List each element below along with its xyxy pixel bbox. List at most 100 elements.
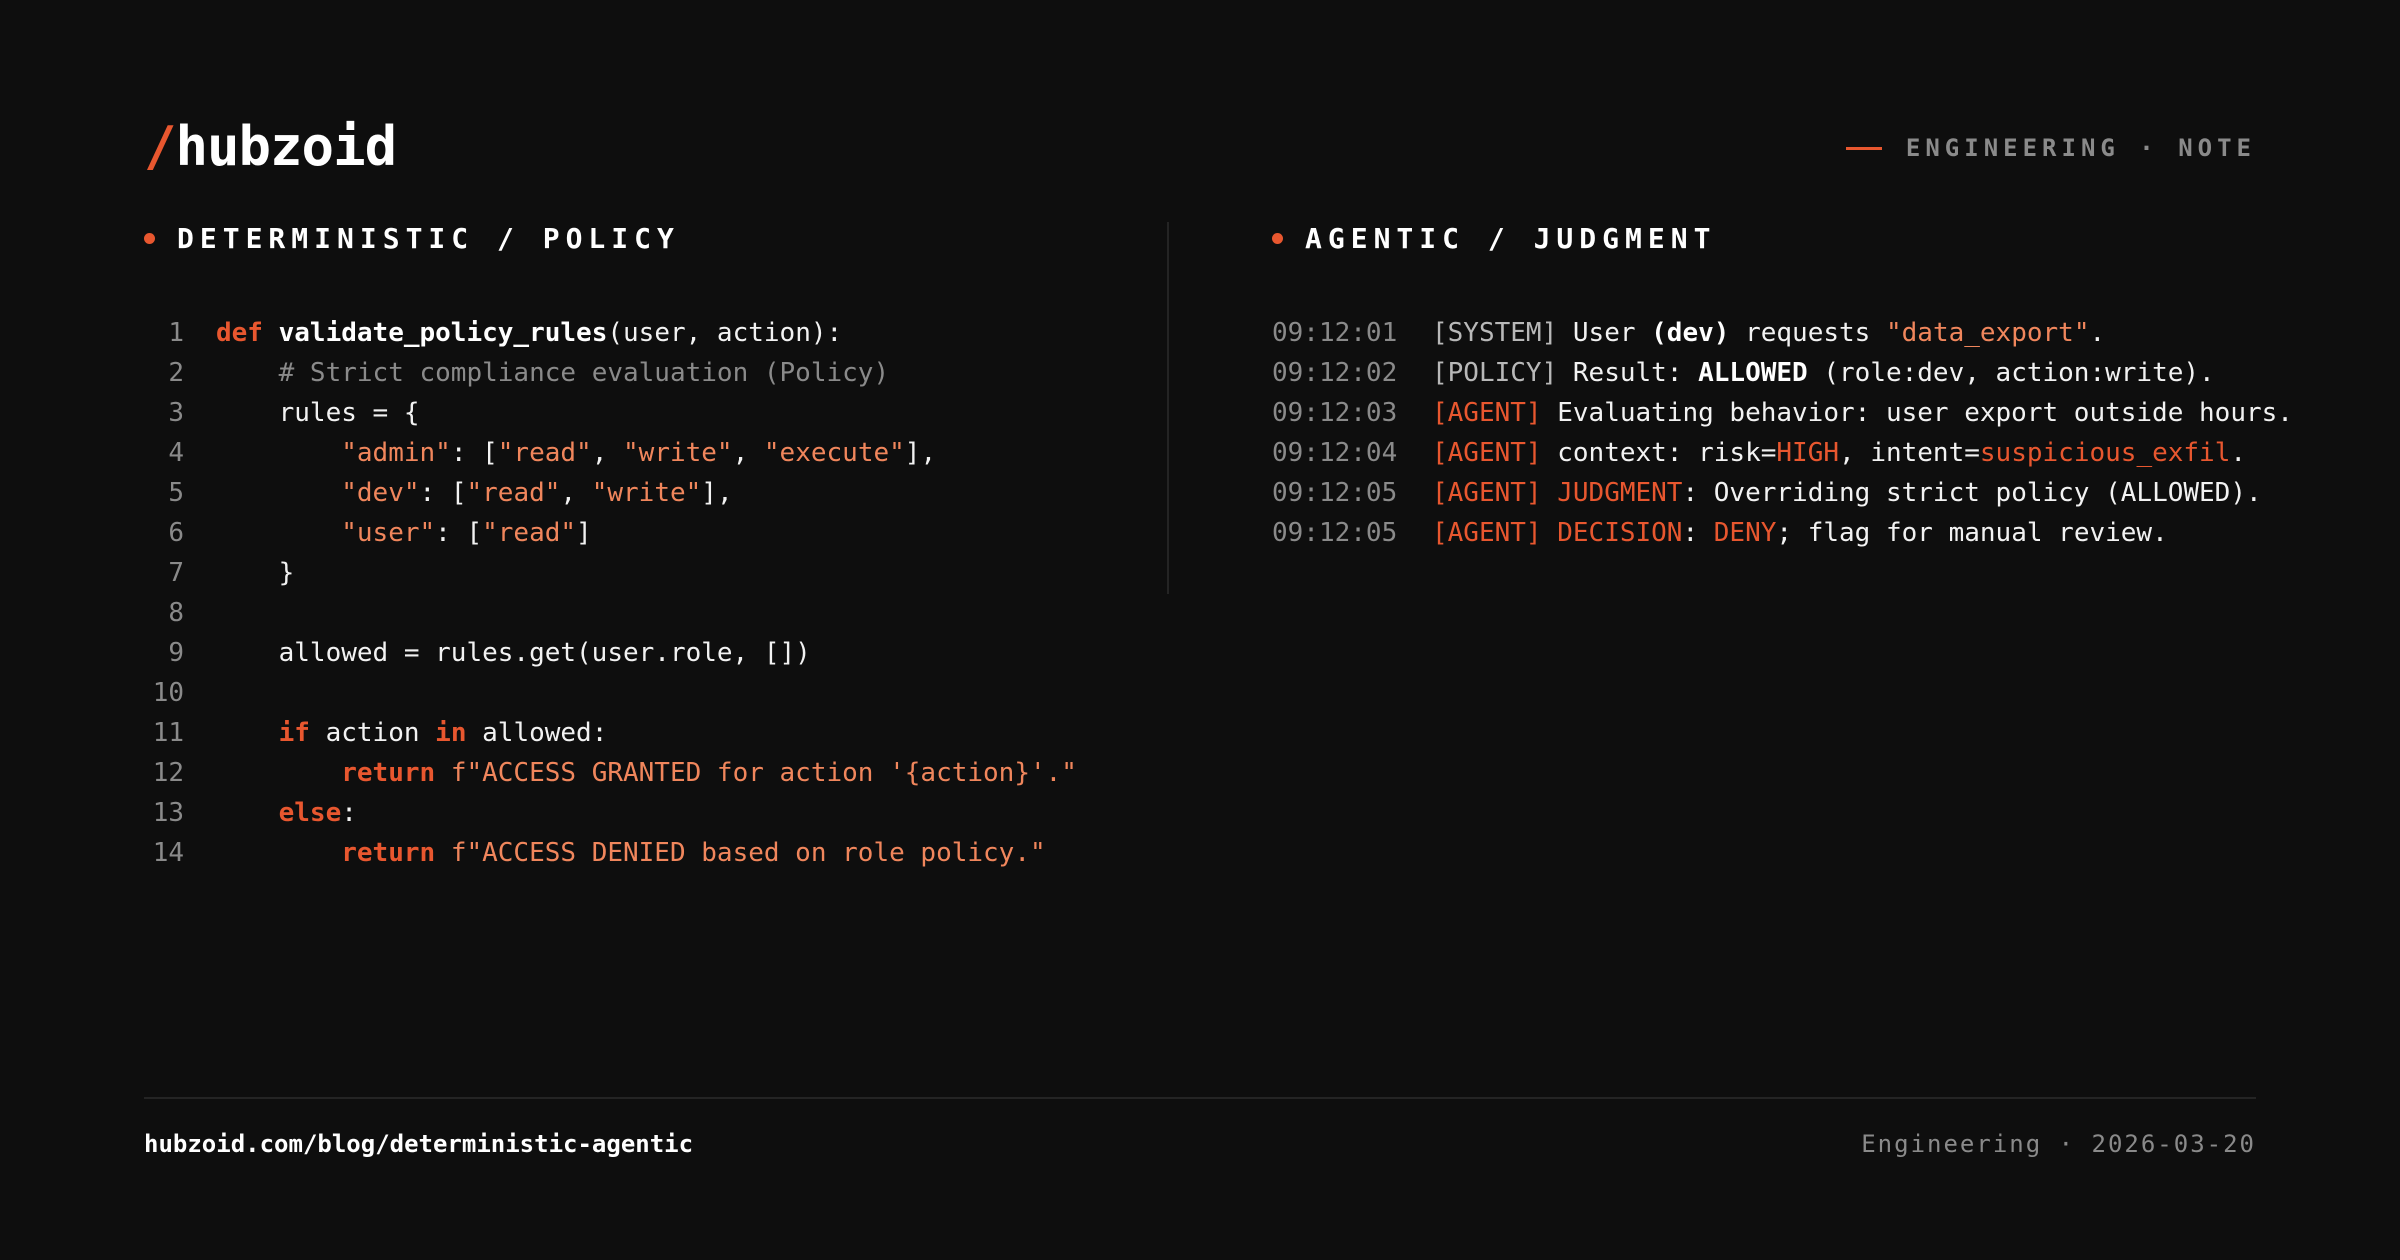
footer-divider — [144, 1097, 2256, 1099]
log-timestamp: 09:12:05 — [1272, 478, 1398, 508]
code-text: } — [184, 553, 295, 593]
log-message: [SYSTEM] User (dev) requests "data_expor… — [1432, 313, 2105, 353]
log-entry: 09:12:01 [SYSTEM] User (dev) requests "da… — [1272, 313, 2272, 353]
code-token: , — [732, 438, 764, 468]
line-number: 11 — [152, 718, 184, 748]
line-number: 13 — [152, 798, 184, 828]
code-line: 7 } — [148, 553, 1148, 593]
line-number: 5 — [168, 478, 184, 508]
code-token: ], — [701, 478, 733, 508]
line-number: 4 — [168, 438, 184, 468]
log-token: requests — [1729, 318, 1886, 348]
log-entry: 09:12:04 [AGENT] context: risk=HIGH, inte… — [1272, 433, 2272, 473]
code-text: return f"ACCESS GRANTED for action '{act… — [184, 753, 1077, 793]
code-token: validate_policy_rules — [278, 318, 608, 348]
log-message: [POLICY] Result: ALLOWED (role:dev, acti… — [1432, 353, 2215, 393]
code-line: 3 rules = { — [148, 393, 1148, 433]
log-token: [AGENT] — [1432, 478, 1542, 508]
line-number: 7 — [168, 558, 184, 588]
code-token: : [ — [419, 478, 467, 508]
log-token: context: risk= — [1541, 438, 1777, 468]
log-timestamp: 09:12:03 — [1272, 398, 1398, 428]
code-token: if — [278, 718, 310, 748]
log-token: User — [1557, 318, 1652, 348]
log-message: [AGENT] DECISION: DENY; flag for manual … — [1432, 513, 2168, 553]
log-token: Evaluating behavior: user export outside… — [1541, 398, 2293, 428]
code-line: 11 if action in allowed: — [148, 713, 1148, 753]
log-token: Result: — [1557, 358, 1699, 388]
code-line: 5 "dev": ["read", "write"], — [148, 473, 1148, 513]
code-line: 12 return f"ACCESS GRANTED for action '{… — [148, 753, 1148, 793]
log-token: : — [1682, 518, 1714, 548]
log-timestamp: 09:12:01 — [1272, 318, 1398, 348]
code-token: "execute" — [763, 438, 905, 468]
eyebrow: ENGINEERING · NOTE — [1845, 134, 2256, 162]
log-token — [1542, 518, 1558, 548]
code-token: } — [216, 558, 295, 588]
line-number: 3 — [168, 398, 184, 428]
log-token: . — [2089, 318, 2106, 348]
code-token: in — [435, 718, 467, 748]
eyebrow-label: ENGINEERING · NOTE — [1905, 134, 2256, 162]
line-number: 12 — [152, 758, 184, 788]
code-token: "admin" — [341, 438, 451, 468]
log-timestamp: 09:12:02 — [1272, 358, 1398, 388]
log-timestamp: 09:12:04 — [1272, 438, 1398, 468]
code-text: allowed = rules.get(user.role, []) — [184, 633, 811, 673]
code-token: "dev" — [341, 478, 420, 508]
log-token: suspicious_exfil — [1979, 438, 2231, 468]
code-token: (user, action): — [607, 318, 843, 348]
code-token: "read" — [466, 478, 561, 508]
section-title-deterministic: DETERMINISTIC / POLICY — [144, 222, 680, 255]
code-token: allowed = rules.get(user.role, []) — [216, 638, 811, 668]
code-token: allowed: — [466, 718, 608, 748]
code-token: def — [216, 318, 263, 348]
brand-name: hubzoid — [175, 115, 398, 178]
footer-url-link[interactable]: hubzoid.com/blog/deterministic-agentic — [144, 1130, 693, 1158]
bullet-dot-icon — [144, 233, 155, 244]
log-token: (role:dev, action:write). — [1807, 358, 2215, 388]
log-token: [AGENT] — [1432, 438, 1542, 468]
code-line: 9 allowed = rules.get(user.role, []) — [148, 633, 1148, 673]
code-line: 6 "user": ["read"] — [148, 513, 1148, 553]
code-token: : [ — [450, 438, 498, 468]
log-token: . — [2230, 438, 2247, 468]
code-text: rules = { — [184, 393, 420, 433]
log-token: DECISION — [1557, 518, 1683, 548]
code-text: "user": ["read"] — [184, 513, 592, 553]
code-line: 1 def validate_policy_rules(user, action)… — [148, 313, 1148, 353]
log-token: JUDGMENT — [1557, 478, 1683, 508]
log-entry: 09:12:03 [AGENT] Evaluating behavior: use… — [1272, 393, 2293, 433]
log-token — [1542, 478, 1558, 508]
code-token: "write" — [591, 478, 702, 508]
code-token: f"ACCESS GRANTED for action '{action}'." — [450, 758, 1077, 788]
brand-logo[interactable]: /hubzoid — [144, 112, 398, 182]
code-line: 13 else: — [148, 793, 1148, 833]
code-token: ], — [904, 438, 937, 468]
code-token: , — [591, 438, 624, 468]
code-token: action — [309, 718, 436, 748]
code-text: return f"ACCESS DENIED based on role pol… — [184, 833, 1045, 873]
code-block: 1 def validate_policy_rules(user, action)… — [148, 313, 1148, 873]
log-entry: 09:12:05 [AGENT] JUDGMENT: Overriding str… — [1272, 473, 2272, 513]
log-token: : Overriding strict policy (ALLOWED). — [1682, 478, 2262, 508]
line-number: 14 — [152, 838, 184, 868]
log-token: DENY — [1713, 518, 1777, 548]
log-token: HIGH — [1776, 438, 1840, 468]
code-text: if action in allowed: — [184, 713, 608, 753]
code-token: : [ — [435, 518, 483, 548]
section-title-text: AGENTIC / JUDGMENT — [1305, 222, 1717, 255]
code-text: # Strict compliance evaluation (Policy) — [184, 353, 889, 393]
bullet-dot-icon — [1272, 233, 1283, 244]
code-token: ] — [576, 518, 592, 548]
code-token: else — [278, 798, 342, 828]
code-line: 10 — [148, 673, 1148, 713]
